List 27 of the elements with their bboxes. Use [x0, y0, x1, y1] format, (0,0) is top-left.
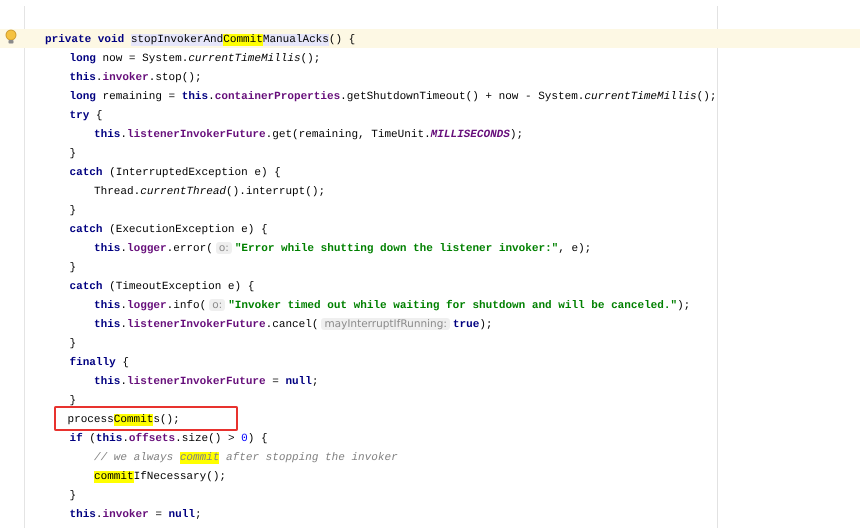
code-line: finally {: [70, 356, 129, 371]
code-line: }: [70, 261, 76, 276]
code-line: this.listenerInvokerFuture.get(remaining, TimeUnit.MILLISECONDS);: [94, 128, 524, 143]
code-line: long remaining = this.containerProperties.getShutdownTimeout() + now - System.currentTimeMillis();: [70, 90, 716, 105]
code-line: catch (TimeoutException e) {: [70, 280, 254, 295]
code-line: long now = System.currentTimeMillis();: [70, 52, 320, 67]
code-line: if (this.offsets.size() > 0) {: [70, 432, 268, 447]
code-line: Thread.currentThread().interrupt();: [94, 185, 326, 200]
code-line: catch (InterruptedException e) {: [70, 166, 281, 181]
code-line: private void stopInvokerAndCommitManualAcks() {: [45, 33, 356, 48]
code-line: }: [70, 204, 76, 219]
code-line: this.logger.error( o: "Error while shutting down the listener invoker:", e);: [94, 241, 592, 257]
code-line: }: [70, 394, 76, 409]
code-line: this.invoker = null;: [70, 508, 202, 523]
code-line: this.logger.info( o: "Invoker timed out while waiting for shutdown and will be canceled.");: [94, 298, 690, 314]
code-line: commitIfNecessary();: [94, 470, 226, 485]
code-line: }: [70, 147, 76, 162]
code-line: try {: [70, 109, 103, 124]
code-line: // we always commit after stopping the invoker: [94, 451, 398, 466]
code-line: this.listenerInvokerFuture = null;: [94, 375, 318, 390]
code-line: }: [70, 337, 76, 352]
lightbulb-icon[interactable]: [5, 29, 17, 45]
code-line: catch (ExecutionException e) {: [70, 223, 268, 238]
code-line: this.listenerInvokerFuture.cancel( mayInterruptIfRunning: true);: [94, 317, 493, 333]
code-line: this.invoker.stop();: [70, 71, 202, 86]
code-line: processCommits();: [68, 413, 180, 428]
code-line: }: [70, 489, 76, 504]
